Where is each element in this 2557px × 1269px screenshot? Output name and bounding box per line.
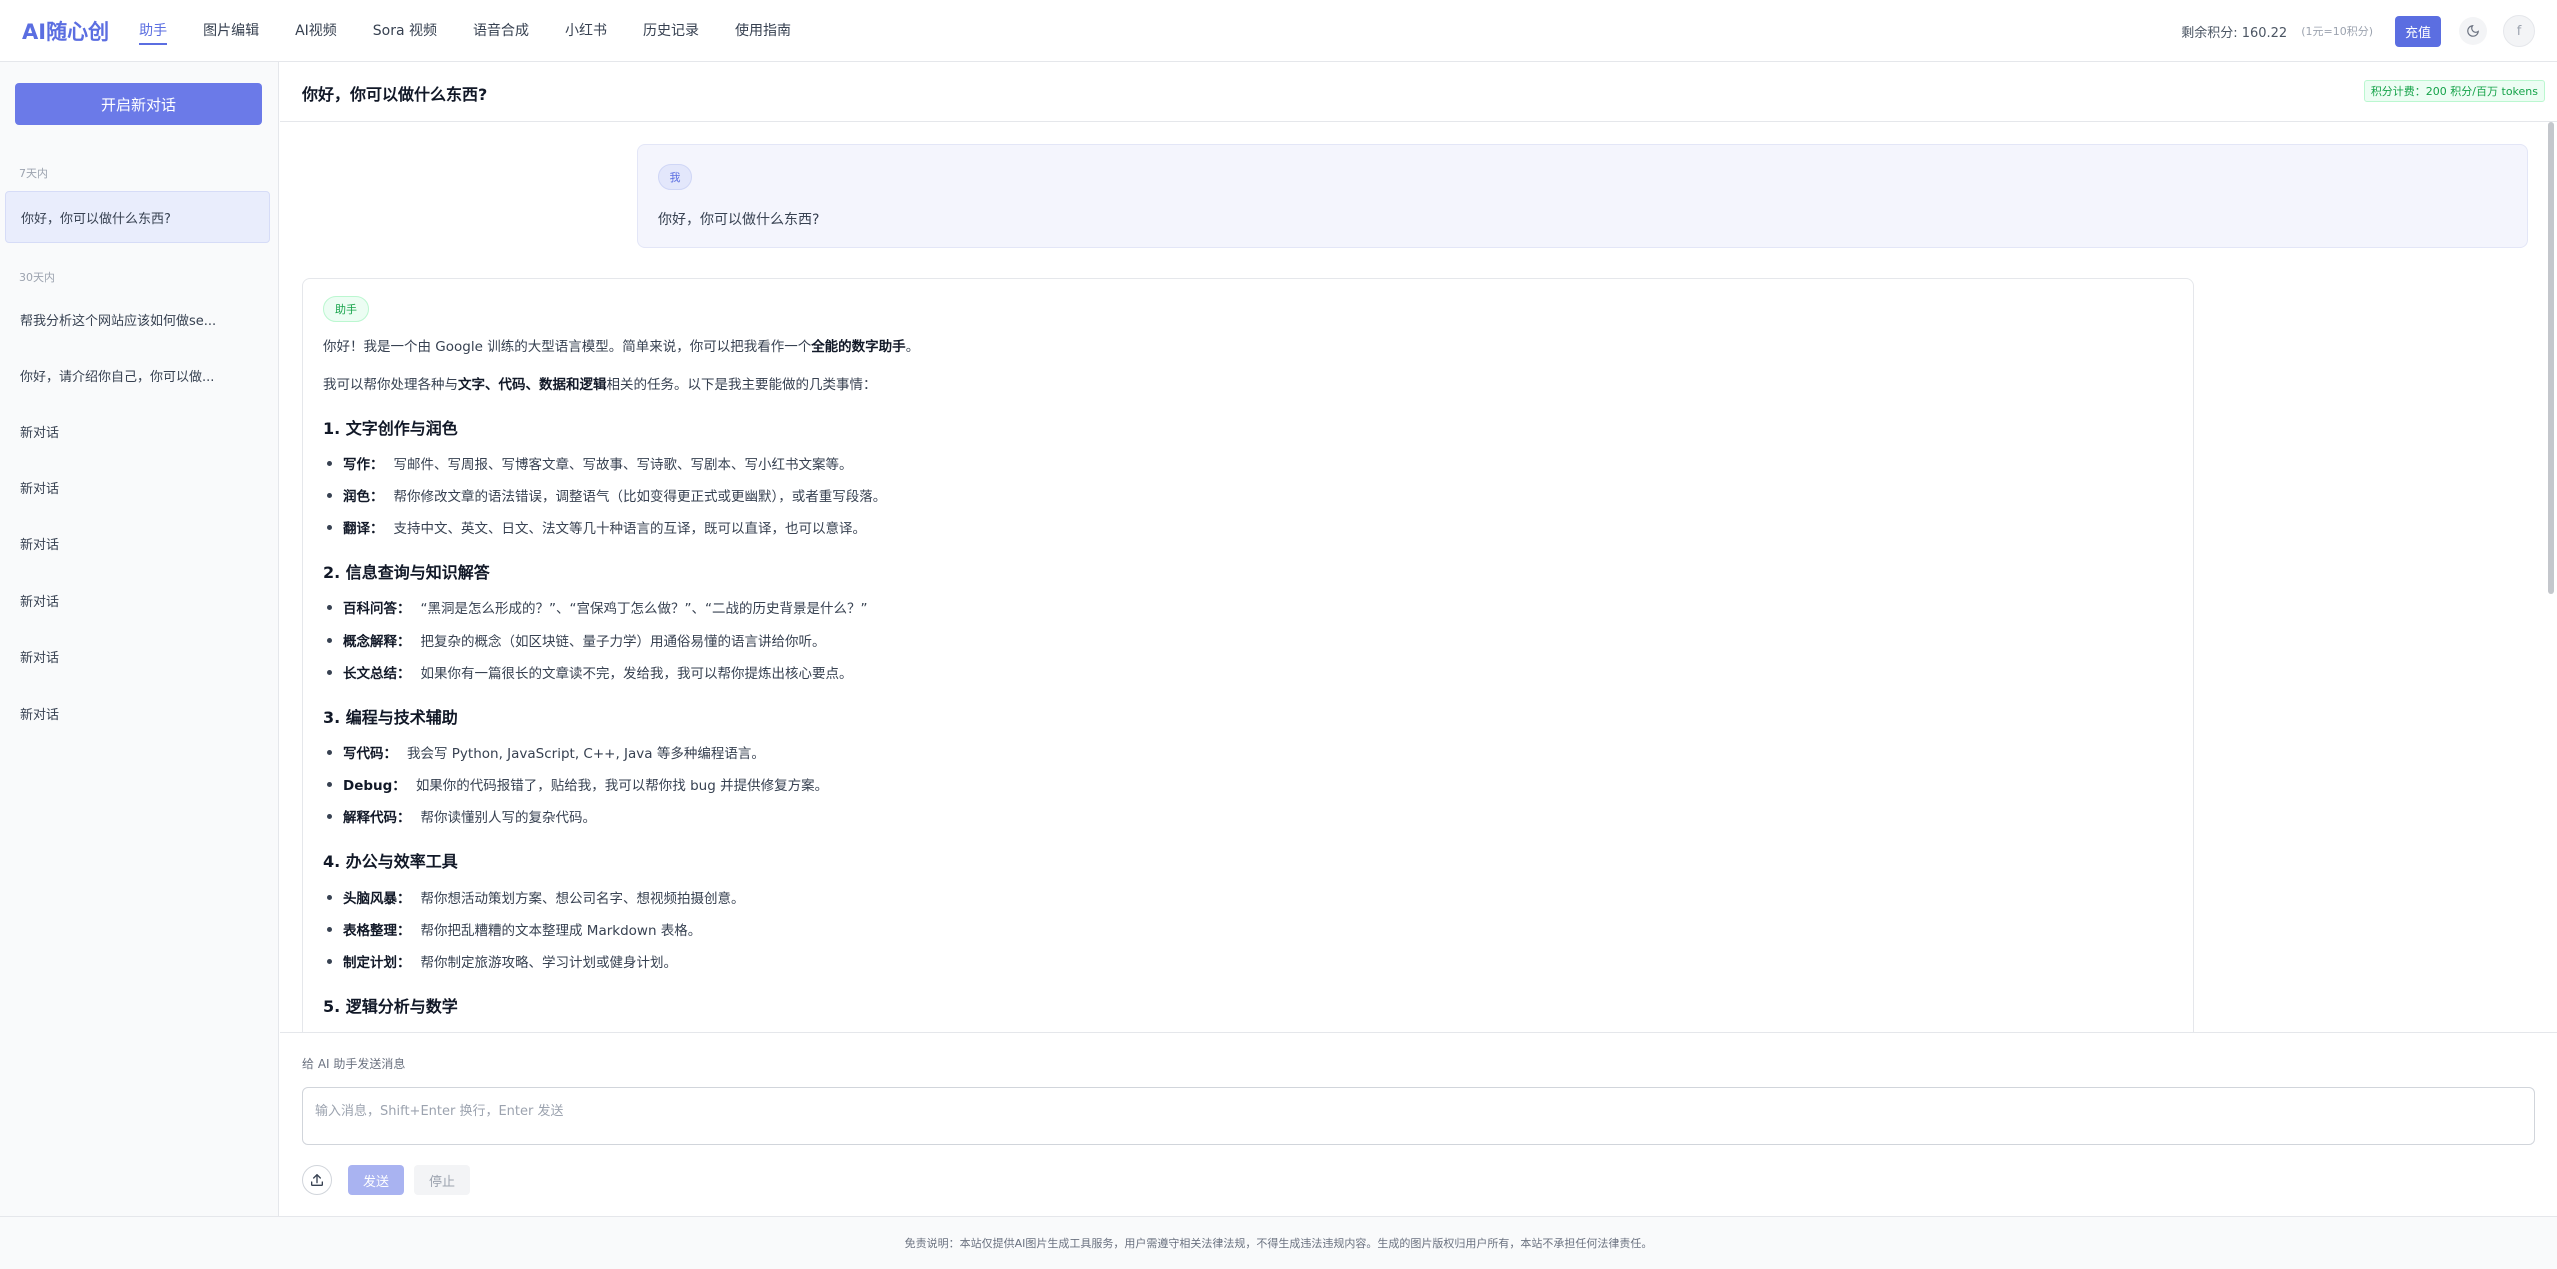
- user-role-badge: 我: [658, 164, 692, 190]
- chat-header: 你好，你可以做什么东西? 积分计费：200 积分/百万 tokens: [280, 62, 2557, 122]
- user-avatar[interactable]: f: [2503, 15, 2535, 47]
- conversation-item[interactable]: 新对话: [5, 687, 270, 739]
- section-heading: 5. 逻辑分析与数学: [323, 997, 458, 1016]
- message-scrollbar[interactable]: [2548, 122, 2554, 594]
- nav-item-assistant[interactable]: 助手: [139, 0, 168, 62]
- list-item: 解释代码： 帮你读懂别人写的复杂代码。: [327, 806, 596, 826]
- nav-item-xiaohongshu[interactable]: 小红书: [565, 0, 607, 62]
- footer-disclaimer: 免责说明：本站仅提供AI图片生成工具服务，用户需遵守相关法律法规，不得生成违法违…: [904, 1237, 1653, 1250]
- section-heading: 4. 办公与效率工具: [323, 852, 458, 871]
- list-item: 写代码： 我会写 Python, JavaScript, C++, Java 等多…: [327, 742, 765, 762]
- user-message-text: 你好，你可以做什么东西?: [658, 212, 820, 228]
- list-item: 表格整理： 帮你把乱糟糟的文本整理成 Markdown 表格。: [327, 919, 701, 939]
- top-navbar: AI随心创 助手 图片编辑 AI视频 Sora 视频 语音合成 小红书 历史记录…: [0, 0, 2557, 62]
- assistant-intro-line: 你好！我是一个由 Google 训练的大型语言模型。简单来说，你可以把我看作一个…: [323, 339, 920, 355]
- composer-label: 给 AI 助手发送消息: [302, 1057, 406, 1071]
- conversation-item[interactable]: 新对话: [5, 405, 270, 457]
- list-item: 翻译： 支持中文、英文、日文、法文等几十种语言的互译，既可以直译，也可以意译。: [327, 517, 866, 537]
- conversation-sidebar: 开启新对话 7天内 你好，你可以做什么东西? 30天内 帮我分析这个网站应该如何…: [0, 62, 279, 1216]
- assistant-intro-line: 我可以帮你处理各种与文字、代码、数据和逻辑相关的任务。以下是我主要能做的几类事情…: [323, 377, 877, 393]
- upload-button[interactable]: [302, 1165, 332, 1195]
- assistant-role-badge: 助手: [323, 296, 369, 322]
- nav-item-sora-video[interactable]: Sora 视频: [373, 0, 437, 62]
- app-logo[interactable]: AI随心创: [22, 16, 109, 46]
- chat-title: 你好，你可以做什么东西?: [302, 85, 488, 104]
- section-heading: 3. 编程与技术辅助: [323, 708, 458, 727]
- list-item: 润色： 帮你修改文章的语法错误，调整语气（比如变得更正式或更幽默），或者重写段落。: [327, 485, 886, 505]
- group-label-30days: 30天内: [19, 271, 55, 284]
- list-item: 制定计划： 帮你制定旅游攻略、学习计划或健身计划。: [327, 951, 677, 971]
- list-item: 长文总结： 如果你有一篇很长的文章读不完，发给我，我可以帮你提炼出核心要点。: [327, 662, 853, 682]
- credits-rate: (1元=10积分): [2301, 25, 2373, 38]
- credits-balance: 剩余积分: 160.22: [2181, 25, 2288, 41]
- main-nav: 助手 图片编辑 AI视频 Sora 视频 语音合成 小红书 历史记录 使用指南: [139, 0, 827, 62]
- list-item: 百科问答： “黑洞是怎么形成的？”、“宫保鸡丁怎么做？”、“二战的历史背景是什么？…: [327, 597, 867, 617]
- stop-button[interactable]: 停止: [414, 1165, 470, 1195]
- account-area: 剩余积分: 160.22 (1元=10积分) 充值 f: [2181, 0, 2535, 62]
- group-label-7days: 7天内: [19, 167, 48, 180]
- conversation-item[interactable]: 新对话: [5, 517, 270, 569]
- list-item: 写作： 写邮件、写周报、写博客文章、写故事、写诗歌、写剧本、写小红书文案等。: [327, 453, 853, 473]
- upload-icon: [311, 1174, 323, 1186]
- conversation-item[interactable]: 新对话: [5, 630, 270, 682]
- moon-icon: [2467, 25, 2479, 37]
- footer: 免责说明：本站仅提供AI图片生成工具服务，用户需遵守相关法律法规，不得生成违法违…: [0, 1216, 2557, 1269]
- list-item: Debug： 如果你的代码报错了，贴给我，我可以帮你找 bug 并提供修复方案。: [327, 774, 828, 794]
- recharge-button[interactable]: 充值: [2394, 15, 2441, 47]
- nav-item-guide[interactable]: 使用指南: [735, 0, 791, 62]
- send-button[interactable]: 发送: [348, 1165, 404, 1195]
- list-item: 概念解释： 把复杂的概念（如区块链、量子力学）用通俗易懂的语言讲给你听。: [327, 630, 826, 650]
- conversation-item[interactable]: 新对话: [5, 574, 270, 626]
- section-heading: 1. 文字创作与润色: [323, 419, 458, 438]
- message-list[interactable]: 我 你好，你可以做什么东西? 助手 你好！我是一个由 Google 训练的大型语…: [280, 122, 2557, 1032]
- conversation-item[interactable]: 帮我分析这个网站应该如何做se...: [5, 293, 270, 345]
- new-chat-button[interactable]: 开启新对话: [15, 83, 262, 125]
- assistant-message: 助手 你好！我是一个由 Google 训练的大型语言模型。简单来说，你可以把我看…: [302, 278, 2194, 1032]
- conversation-item[interactable]: 新对话: [5, 461, 270, 513]
- nav-item-history[interactable]: 历史记录: [643, 0, 699, 62]
- list-item: 头脑风暴： 帮你想活动策划方案、想公司名字、想视频拍摄创意。: [327, 887, 745, 907]
- section-heading: 2. 信息查询与知识解答: [323, 563, 490, 582]
- nav-item-image-edit[interactable]: 图片编辑: [203, 0, 259, 62]
- conversation-item[interactable]: 你好，请介绍你自己，你可以做...: [5, 349, 270, 401]
- nav-item-ai-video[interactable]: AI视频: [295, 0, 337, 62]
- user-message: 我 你好，你可以做什么东西?: [637, 144, 2528, 248]
- billing-badge: 积分计费：200 积分/百万 tokens: [2363, 80, 2545, 102]
- message-input[interactable]: [302, 1087, 2535, 1145]
- message-composer: 给 AI 助手发送消息 发送 停止: [280, 1032, 2557, 1216]
- theme-toggle-button[interactable]: [2459, 17, 2487, 45]
- nav-item-tts[interactable]: 语音合成: [473, 0, 529, 62]
- conversation-item[interactable]: 你好，你可以做什么东西?: [5, 191, 270, 243]
